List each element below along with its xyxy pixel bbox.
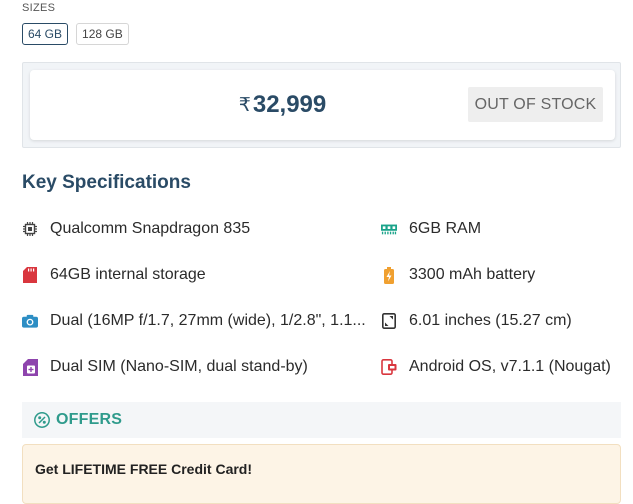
offers-label: OFFERS (56, 411, 123, 428)
spec-text: Qualcomm Snapdragon 835 (50, 220, 251, 237)
spec-text: Dual SIM (Nano-SIM, dual stand-by) (50, 358, 308, 375)
offer-card[interactable]: Get LIFETIME FREE Credit Card! (22, 444, 621, 504)
offers-header[interactable]: OFFERS (22, 402, 621, 438)
battery-icon (381, 266, 397, 284)
spec-ram: 6GB RAM (381, 220, 481, 238)
offer-percent-icon (34, 412, 50, 428)
os-icon (381, 359, 397, 375)
key-specifications-heading: Key Specifications (22, 172, 191, 193)
spec-sim: Dual SIM (Nano-SIM, dual stand-by) (22, 358, 308, 376)
spec-battery: 3300 mAh battery (381, 266, 535, 284)
camera-icon (22, 313, 38, 329)
spec-text: 64GB internal storage (50, 266, 206, 283)
ram-icon (381, 221, 397, 237)
sizes-label: SIZES (22, 2, 56, 14)
spec-os: Android OS, v7.1.1 (Nougat) (381, 358, 611, 376)
price-card: ₹ 32,999 OUT OF STOCK (30, 70, 615, 140)
spec-processor: Qualcomm Snapdragon 835 (22, 220, 250, 238)
size-selector: 64 GB 128 GB (22, 23, 129, 45)
spec-text: 6GB RAM (409, 220, 482, 237)
spec-text: Android OS, v7.1.1 (Nougat) (409, 358, 611, 375)
size-option-128gb[interactable]: 128 GB (76, 23, 129, 45)
sim-card-icon (22, 358, 38, 376)
screen-size-icon (381, 313, 397, 329)
currency-symbol: ₹ (238, 94, 251, 116)
spec-text: 6.01 inches (15.27 cm) (409, 312, 572, 329)
processor-chip-icon (22, 221, 38, 237)
sd-card-icon (22, 267, 38, 283)
size-option-64gb[interactable]: 64 GB (22, 23, 69, 45)
spec-storage: 64GB internal storage (22, 266, 206, 284)
spec-camera: Dual (16MP f/1.7, 27mm (wide), 1/2.8", 1… (22, 312, 366, 330)
spec-screen: 6.01 inches (15.27 cm) (381, 312, 572, 330)
spec-text: Dual (16MP f/1.7, 27mm (wide), 1/2.8", 1… (50, 312, 366, 329)
price-panel: ₹ 32,999 OUT OF STOCK (22, 62, 621, 148)
price-display: ₹ 32,999 (30, 70, 535, 140)
offer-text: Get LIFETIME FREE Credit Card! (35, 461, 253, 477)
out-of-stock-button[interactable]: OUT OF STOCK (468, 87, 603, 122)
spec-text: 3300 mAh battery (409, 266, 536, 283)
price-amount: 32,999 (252, 91, 327, 118)
